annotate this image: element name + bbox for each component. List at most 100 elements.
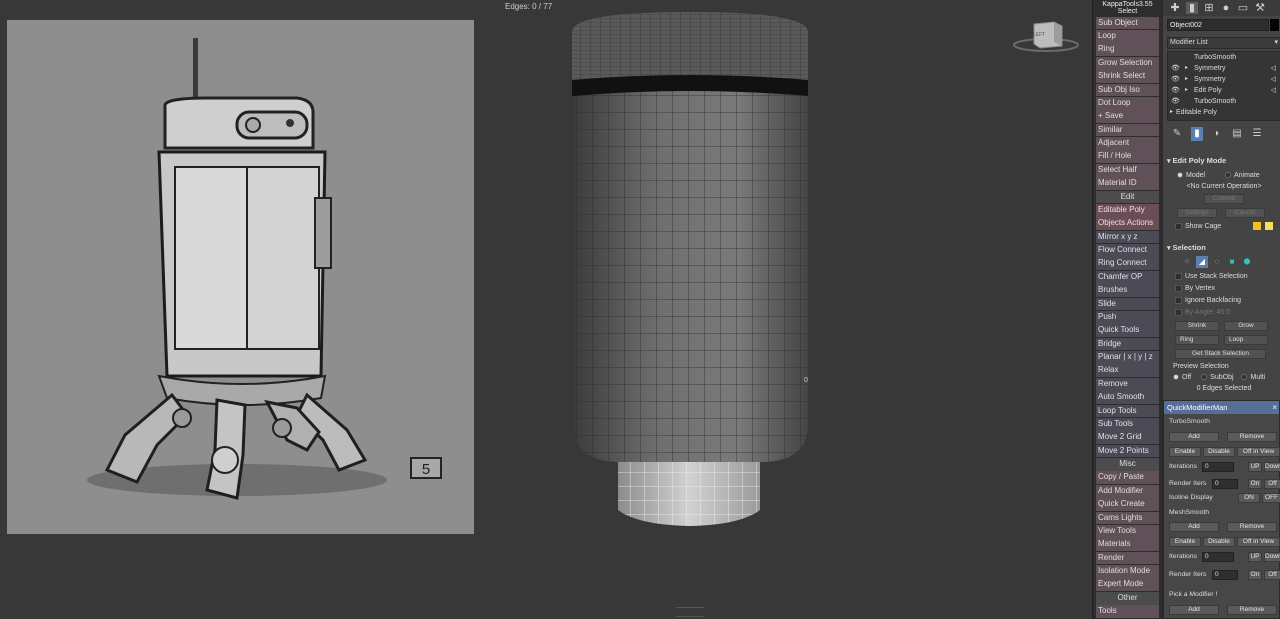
kappa-button-push[interactable]: Push [1096,310,1159,324]
meshsmooth-enable-button[interactable]: Enable [1169,537,1201,547]
meshsmooth-render-on-button[interactable]: On [1248,570,1262,580]
kappa-button-editable-poly[interactable]: Editable Poly [1096,203,1159,217]
kappa-button-shrink-select[interactable]: Shrink Select [1096,70,1159,83]
reference-image-plane[interactable]: 5 [7,20,474,534]
kappa-button-grow-selection[interactable]: Grow Selection [1096,56,1159,70]
turbosmooth-iterations-spinner[interactable]: 0 [1202,462,1234,472]
stack-item[interactable]: 👁 TurboSmooth [1168,96,1280,107]
turbosmooth-isoline-off-button[interactable]: OFF [1262,493,1280,503]
kappa-button-cams-lights[interactable]: Cams Lights [1096,511,1159,525]
utilities-tab-icon[interactable]: ⚒ [1254,2,1266,14]
eye-icon[interactable]: 👁 [1171,74,1180,85]
kappa-button-select-half[interactable]: Select Half [1096,163,1159,177]
perspective-viewport[interactable]: Edges: 0 / 77 5 LEFT 0 [0,0,1092,619]
kappa-button-save[interactable]: + Save [1096,110,1159,123]
meshsmooth-add-button[interactable]: Add [1169,522,1219,532]
by-vertex-checkbox[interactable] [1175,284,1182,292]
object-name-field[interactable] [1167,19,1270,31]
meshsmooth-off-in-view-button[interactable]: Off in View [1237,537,1280,547]
pick-modifier-remove-button[interactable]: Remove [1227,605,1277,615]
turbosmooth-render-on-button[interactable]: On [1248,479,1262,489]
stack-item[interactable]: TurboSmooth [1168,52,1280,63]
motion-tab-icon[interactable]: ● [1220,2,1232,14]
kappa-button-bridge[interactable]: Bridge [1096,337,1159,351]
stack-item[interactable]: 👁 ▸ Edit Poly ◁ [1168,85,1280,96]
shrink-button[interactable]: Shrink [1175,321,1219,331]
kappa-button-add-modifier[interactable]: Add Modifier [1096,484,1159,498]
quickmodifierman-titlebar[interactable]: QuickModifierMan × [1164,401,1279,414]
kappa-button-sub-object[interactable]: Sub Object [1096,16,1159,30]
eye-icon[interactable]: 👁 [1171,63,1180,74]
turbosmooth-isoline-on-button[interactable]: ON [1238,493,1260,503]
display-tab-icon[interactable]: ▭ [1237,2,1249,14]
kappa-button-move-2-points[interactable]: Move 2 Points [1096,444,1159,458]
meshsmooth-remove-button[interactable]: Remove [1227,522,1277,532]
kappa-button-brushes[interactable]: Brushes [1096,284,1159,297]
kappa-button-materials[interactable]: Materials [1096,538,1159,551]
polygon-mode-icon[interactable]: ■ [1226,256,1238,268]
ignore-backfacing-checkbox[interactable] [1175,296,1182,304]
turbosmooth-add-button[interactable]: Add [1169,432,1219,442]
turbosmooth-render-off-button[interactable]: Off [1264,479,1280,489]
turbosmooth-up-button[interactable]: UP [1248,462,1262,472]
expand-arrow-icon[interactable]: ▸ [1170,107,1173,118]
kappa-button-sub-obj-iso[interactable]: Sub Obj Iso [1096,83,1159,97]
stack-item[interactable]: 👁 ▸ Symmetry ◁ [1168,63,1280,74]
element-mode-icon[interactable]: ⬢ [1241,256,1253,268]
kappa-button-relax[interactable]: Relax [1096,364,1159,378]
kappa-button-flow-connect[interactable]: Flow Connect [1096,244,1159,257]
meshsmooth-iterations-spinner[interactable]: 0 [1202,552,1234,562]
animate-radio[interactable] [1224,172,1231,179]
edge-mode-icon[interactable]: ◢ [1196,256,1208,268]
use-stack-selection-checkbox[interactable] [1175,272,1182,280]
expand-arrow-icon[interactable]: ▸ [1185,85,1188,96]
object-color-swatch[interactable] [1270,19,1279,31]
selection-title[interactable]: Selection [1167,242,1280,253]
kappa-button-auto-smooth[interactable]: Auto Smooth [1096,391,1159,404]
vertex-mode-icon[interactable]: ⁘ [1181,256,1193,268]
hierarchy-tab-icon[interactable]: ⊞ [1203,2,1215,14]
make-unique-icon[interactable]: ◗ [1211,127,1223,141]
expand-arrow-icon[interactable]: ▸ [1185,74,1188,85]
viewcube-icon[interactable] [1010,18,1082,54]
show-cage-checkbox[interactable] [1175,222,1182,230]
cylinder-mesh-model[interactable] [560,10,820,540]
kappa-button-chamfer-op[interactable]: Chamfer OP [1096,270,1159,284]
meshsmooth-disable-button[interactable]: Disable [1203,537,1235,547]
pin-stack-icon[interactable]: ✎ [1171,127,1183,141]
ring-button[interactable]: Ring [1175,335,1219,345]
kappa-button-remove[interactable]: Remove [1096,377,1159,391]
meshsmooth-render-off-button[interactable]: Off [1264,570,1280,580]
kappa-button-objects-actions[interactable]: Objects Actions [1096,217,1159,230]
kappa-button-quick-create[interactable]: Quick Create [1096,498,1159,511]
cage-selected-color-swatch[interactable] [1265,222,1274,231]
kappa-button-material-id[interactable]: Material ID [1096,177,1159,190]
kappa-button-ring-connect[interactable]: Ring Connect [1096,257,1159,271]
grow-button[interactable]: Grow [1223,321,1268,331]
kappa-button-sub-tools[interactable]: Sub Tools [1096,417,1159,431]
kappa-button-tools[interactable]: Tools [1096,605,1159,618]
turbosmooth-render-iters-spinner[interactable]: 0 [1212,479,1238,489]
turbosmooth-enable-button[interactable]: Enable [1169,447,1201,457]
kappa-button-loop[interactable]: Loop [1096,30,1159,43]
edit-poly-mode-title[interactable]: Edit Poly Mode [1167,155,1280,166]
turbosmooth-disable-button[interactable]: Disable [1203,447,1235,457]
kappa-button-planar-x-y-z[interactable]: Planar | x | y | z [1096,351,1159,364]
kappa-button-mirror-x-y-z[interactable]: Mirror x y z [1096,230,1159,244]
loop-button[interactable]: Loop [1223,335,1268,345]
kappa-button-view-tools[interactable]: View Tools [1096,524,1159,538]
stack-item[interactable]: 👁 ▸ Symmetry ◁ [1168,74,1280,85]
show-end-result-icon[interactable]: ▮ [1191,127,1203,141]
meshsmooth-render-iters-spinner[interactable]: 0 [1212,570,1238,580]
kappa-button-fill-hole[interactable]: Fill / Hole [1096,150,1159,164]
by-angle-checkbox[interactable] [1175,308,1182,316]
preview-multi-radio[interactable] [1241,374,1248,381]
kappa-button-similar[interactable]: Similar [1096,123,1159,137]
kappa-button-adjacent[interactable]: Adjacent [1096,137,1159,150]
eye-icon[interactable]: 👁 [1171,85,1180,96]
kappa-button-ring[interactable]: Ring [1096,43,1159,57]
eye-icon[interactable]: 👁 [1171,96,1180,107]
preview-subobj-radio[interactable] [1201,374,1208,381]
commit-button[interactable]: Commit [1204,194,1244,204]
settings-button[interactable]: Settings [1177,208,1217,218]
